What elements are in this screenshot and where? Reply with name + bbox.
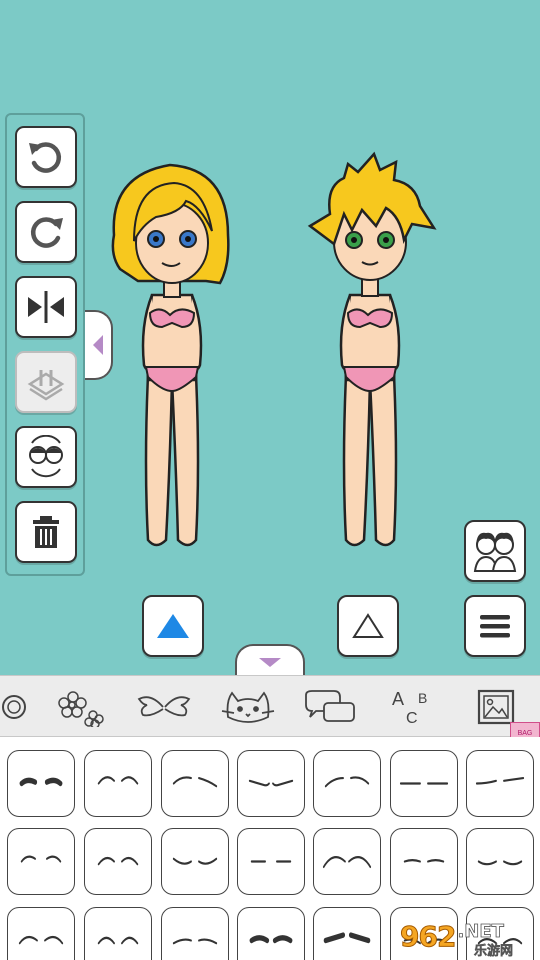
eyebrow-option[interactable] — [237, 828, 305, 895]
watermark-number: 962 — [399, 919, 456, 953]
eyebrow-option[interactable] — [7, 828, 75, 895]
eyebrow-option[interactable] — [161, 828, 229, 895]
eyebrow-icon — [172, 857, 218, 865]
eyebrow-icon — [19, 777, 63, 787]
image-icon — [477, 689, 515, 725]
category-animals[interactable] — [220, 684, 275, 730]
eyebrow-icon — [97, 776, 139, 785]
category-text[interactable]: A B C — [388, 684, 438, 730]
svg-text:B: B — [418, 690, 427, 706]
menu-button[interactable] — [464, 595, 526, 657]
eyebrow-icon — [172, 938, 218, 945]
swap-layer-button[interactable] — [15, 351, 77, 413]
category-wings[interactable] — [135, 684, 193, 730]
undo-button[interactable] — [15, 126, 77, 188]
character-boy[interactable] — [300, 150, 440, 555]
eyebrow-icon — [323, 932, 371, 944]
eyebrow-option[interactable] — [313, 907, 381, 960]
eyebrow-icon — [399, 782, 449, 785]
eyebrow-option[interactable] — [390, 828, 458, 895]
trash-icon — [33, 516, 59, 548]
eyebrow-icon — [18, 935, 64, 945]
flip-horizontal-icon — [28, 291, 64, 323]
character-girl[interactable] — [100, 155, 240, 555]
eyebrow-option[interactable] — [237, 750, 305, 817]
eyebrow-option[interactable] — [161, 907, 229, 960]
select-left-character-button[interactable] — [142, 595, 204, 657]
redo-button[interactable] — [15, 201, 77, 263]
swap-characters-button[interactable] — [15, 426, 77, 488]
eyebrow-icon — [248, 779, 294, 787]
redo-icon — [30, 217, 63, 248]
eyebrow-icon — [250, 860, 292, 863]
eyebrow-option[interactable] — [313, 828, 381, 895]
eyebrow-option[interactable] — [313, 750, 381, 817]
watermark-suffix: .NET — [457, 920, 504, 942]
eyebrow-icon — [97, 856, 139, 866]
eyebrow-option[interactable] — [237, 907, 305, 960]
category-bar: A B C — [0, 675, 540, 737]
undo-icon — [29, 142, 62, 173]
watermark-sub: 乐游网 — [474, 943, 514, 959]
eyebrow-option[interactable] — [84, 907, 152, 960]
eyebrow-icon — [477, 860, 523, 866]
eyebrow-icon — [172, 776, 218, 788]
abc-icon: A B C — [392, 689, 427, 727]
svg-text:A: A — [392, 689, 404, 709]
eyebrow-icon — [20, 855, 62, 863]
eyebrow-option[interactable] — [390, 750, 458, 817]
eyebrow-icon — [249, 935, 293, 944]
select-right-character-button[interactable] — [337, 595, 399, 657]
speech-bubble-icon — [305, 690, 355, 722]
triangle-up-outline-icon — [352, 613, 384, 638]
category-speech[interactable] — [302, 684, 358, 730]
flip-button[interactable] — [15, 276, 77, 338]
eyebrow-option[interactable] — [84, 750, 152, 817]
watermark-logo: 962 .NET 乐游网 — [399, 912, 540, 960]
eyebrow-option[interactable] — [7, 750, 75, 817]
badge-label: BAG — [517, 729, 533, 737]
chevron-down-icon — [259, 658, 281, 667]
eyebrow-option[interactable] — [466, 828, 534, 895]
drawer-toggle-tab[interactable] — [235, 644, 305, 678]
eyebrow-option[interactable] — [84, 828, 152, 895]
delete-button[interactable] — [15, 501, 77, 563]
eyebrow-option[interactable] — [466, 750, 534, 817]
tool-panel — [5, 113, 85, 576]
eyebrow-icon — [324, 776, 370, 788]
triangle-up-filled-icon — [157, 614, 189, 638]
svg-text:C: C — [406, 710, 418, 727]
couple-icon — [473, 532, 517, 572]
canvas-stage — [0, 0, 540, 678]
eyebrow-icon — [403, 859, 445, 863]
wings-icon — [137, 696, 191, 717]
cat-icon — [221, 691, 275, 723]
eyebrow-icon — [97, 936, 139, 945]
couple-button[interactable] — [464, 520, 526, 582]
swap-layers-icon — [27, 370, 65, 401]
swap-characters-icon — [29, 435, 63, 478]
category-flowers[interactable] — [55, 684, 110, 730]
flower-icon — [58, 691, 104, 727]
category-accessory[interactable] — [0, 684, 30, 730]
ring-icon — [2, 695, 26, 719]
eyebrow-option[interactable] — [7, 907, 75, 960]
eyebrow-option[interactable] — [161, 750, 229, 817]
eyebrow-icon — [475, 777, 525, 785]
eyebrow-icon — [322, 856, 372, 868]
hamburger-icon — [480, 615, 510, 638]
